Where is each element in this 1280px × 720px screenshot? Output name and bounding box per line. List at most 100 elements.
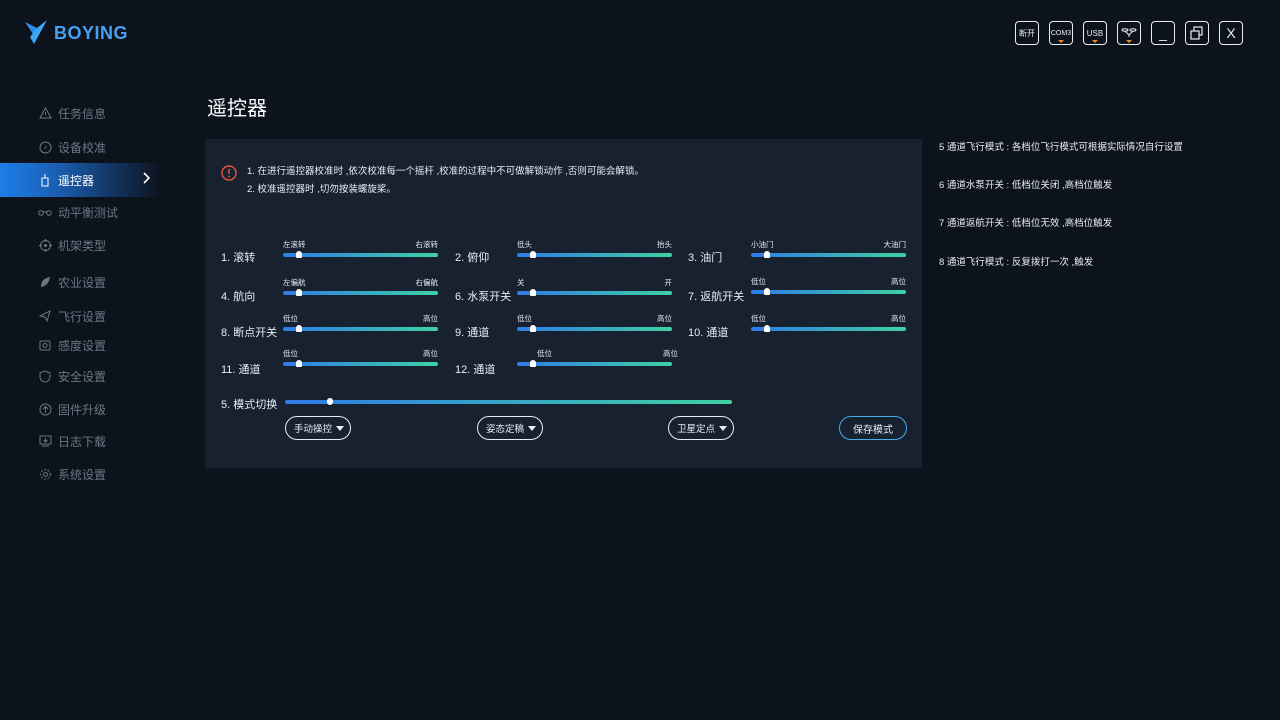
minimize-button[interactable]: _ [1151,21,1175,45]
channel-slider[interactable]: 低位 高位 [517,348,678,367]
slider-track [517,327,672,331]
caret-down-icon [336,426,344,431]
channel-slider[interactable]: 低位 高位 [517,313,672,332]
mode-switch-thumb[interactable] [326,398,333,405]
sidebar-item-calibration[interactable]: 设备校准 [0,130,160,164]
channel-label: 10. 通道 [688,327,729,339]
slider-track [283,362,438,366]
channel-label: 6. 水泵开关 [455,291,512,303]
channel-slider[interactable]: 关开 [517,277,672,296]
app-logo: BOYING [24,20,128,46]
slider-track [751,327,906,331]
channel-label: 8. 断点开关 [221,327,278,339]
channel-label: 11. 通道 [221,364,261,376]
window-toolbar: 断开 COM3 USB _ X [1015,21,1243,45]
note-item: 7 通道返航开关 : 低档位无效 ,高档位触发 [939,218,1113,229]
slider-track [517,291,672,295]
chevron-right-icon [142,172,151,187]
warning-line-1: 1. 在进行遥控器校准时 ,依次校准每一个摇杆 ,校准的过程中不可做解锁动作 ,… [247,166,644,177]
sidebar-item-log-download[interactable]: 日志下载 [0,424,160,458]
slider-track [751,290,906,294]
caret-down-icon [528,426,536,431]
warning-icon [38,106,52,120]
channel-label: 12. 通道 [455,364,496,376]
note-item: 5 通道飞行模式 : 各档位飞行模式可根据实际情况自行设置 [939,142,1183,153]
channel-label: 9. 通道 [455,327,490,339]
slider-thumb[interactable] [295,251,302,258]
slider-track [283,253,438,257]
slider-thumb[interactable] [763,288,770,295]
slider-track [751,253,906,257]
channel-slider[interactable]: 低位 高位 [283,313,438,332]
warning-line-2: 2. 校准遥控器时 ,切勿按装螺旋桨。 [247,184,396,195]
slider-thumb[interactable] [763,325,770,332]
slider-track [517,362,672,366]
slider-thumb[interactable] [295,325,302,332]
channel-slider[interactable]: 左滚转 右滚转 [283,239,438,258]
gear-icon [38,467,52,481]
restore-button[interactable] [1185,21,1209,45]
shield-icon [38,369,52,383]
channel-label: 2. 俯仰 [455,252,490,264]
logo-text: BOYING [54,22,129,43]
slider-track [517,253,672,257]
balance-icon [38,205,52,219]
mode-switch-track[interactable] [285,400,732,404]
remote-calibration-panel: 1. 在进行遥控器校准时 ,依次校准每一个摇杆 ,校准的过程中不可做解锁动作 ,… [205,139,922,468]
slider-thumb[interactable] [295,360,302,367]
restore-icon [1190,26,1203,40]
note-item: 8 通道飞行模式 : 反复拨打一次 ,触发 [939,257,1094,268]
channel-slider[interactable]: 小油门 大油门 [751,239,906,258]
sidebar-item-sensitivity[interactable]: 感度设置 [0,328,160,362]
slider-thumb[interactable] [529,251,536,258]
drone-icon-button[interactable] [1117,21,1141,45]
channel-slider[interactable]: 低位 高位 [283,348,438,367]
sidebar-item-task-info[interactable]: 任务信息 [0,96,160,130]
note-item: 6 通道水泵开关 : 低档位关闭 ,高档位触发 [939,180,1113,191]
channel-slider[interactable]: 左偏航 右偏航 [283,277,438,296]
sidebar-item-remote[interactable]: 遥控器 [0,163,160,197]
sidebar-item-balance-test[interactable]: 动平衡测试 [0,195,160,229]
slider-track [283,327,438,331]
channel-label: 7. 返航开关 [688,291,745,303]
slider-thumb[interactable] [529,360,536,367]
slider-thumb[interactable] [763,251,770,258]
channel-slider[interactable]: 低头 抬头 [517,239,672,258]
sidebar-item-frame-type[interactable]: 机架类型 [0,228,160,262]
slider-track [283,291,438,295]
leaf-icon [38,275,52,289]
channel-label: 4. 航向 [221,291,256,303]
save-mode-button[interactable]: 保存模式 [839,416,907,440]
disconnect-button[interactable]: 断开 [1015,21,1039,45]
plane-icon [38,309,52,323]
caret-down-icon [719,426,727,431]
mode-switch-label: 5. 模式切换 [221,399,278,411]
compass-icon [38,140,52,154]
usb-select[interactable]: USB [1083,21,1107,45]
download-icon [38,434,52,448]
alert-icon [221,165,237,181]
channel-label: 3. 油门 [688,252,723,264]
mode-select-3[interactable]: 卫星定点 [668,416,734,440]
mode-select-1[interactable]: 手动操控 [285,416,351,440]
sidebar-item-system-settings[interactable]: 系统设置 [0,457,160,491]
calibration-warning: 1. 在进行遥控器校准时 ,依次校准每一个摇杆 ,校准的过程中不可做解锁动作 ,… [221,165,644,199]
channel-slider[interactable]: 低位 高位 [751,313,906,332]
close-button[interactable]: X [1219,21,1243,45]
sidebar-item-firmware[interactable]: 固件升级 [0,392,160,426]
slider-thumb[interactable] [295,289,302,296]
slider-thumb[interactable] [529,325,536,332]
slider-thumb[interactable] [529,289,536,296]
mode-select-2[interactable]: 姿态定稿 [477,416,543,440]
channel-label: 1. 滚转 [221,252,256,264]
drone-icon [1121,28,1137,37]
target-icon [38,238,52,252]
upgrade-icon [38,402,52,416]
channel-slider[interactable]: 低位 高位 [751,276,906,295]
sidebar-item-agriculture[interactable]: 农业设置 [0,265,160,299]
remote-icon [38,173,52,187]
sidebar-item-security[interactable]: 安全设置 [0,359,160,393]
boying-logo-icon [25,20,47,44]
sensor-icon [38,338,52,352]
com-port-select[interactable]: COM3 [1049,21,1073,45]
